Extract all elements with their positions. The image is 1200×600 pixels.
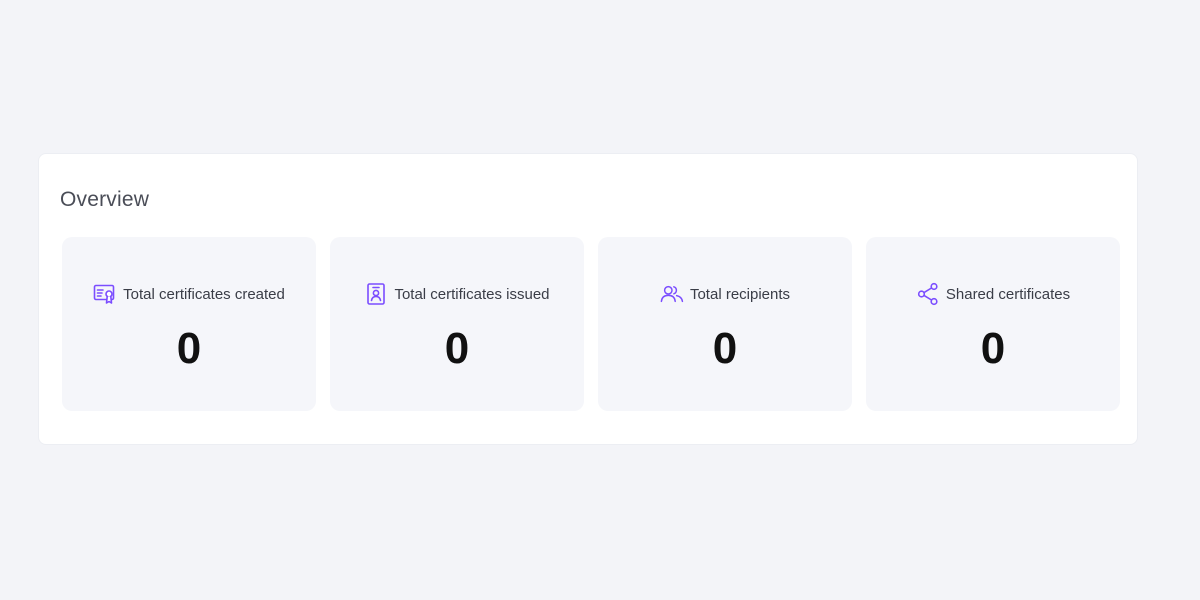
card-header: Total certificates created	[62, 282, 316, 306]
badge-icon	[364, 282, 388, 306]
card-label: Total recipients	[689, 285, 791, 303]
stat-card-certificates-issued: Total certificates issued 0	[330, 237, 584, 411]
overview-title: Overview	[60, 188, 150, 211]
card-label: Total certificates created	[123, 285, 285, 303]
card-label: Total certificates issued	[394, 285, 550, 303]
card-value: 0	[176, 324, 202, 373]
card-value: 0	[712, 324, 738, 373]
stat-card-shared-certificates: Shared certificates 0	[866, 237, 1120, 411]
card-value: 0	[444, 324, 470, 373]
share-icon	[916, 282, 940, 306]
stat-cards: Total certificates created 0 Total certi…	[62, 237, 1120, 411]
card-label: Shared certificates	[945, 285, 1071, 303]
card-header: Total recipients	[598, 282, 852, 306]
certificate-icon	[93, 282, 117, 306]
users-icon	[660, 282, 684, 306]
overview-panel: Overview Total certificates created 0 To…	[38, 153, 1138, 445]
stat-card-certificates-created: Total certificates created 0	[62, 237, 316, 411]
card-value: 0	[980, 324, 1006, 373]
card-header: Total certificates issued	[330, 282, 584, 306]
stat-card-recipients: Total recipients 0	[598, 237, 852, 411]
card-header: Shared certificates	[866, 282, 1120, 306]
